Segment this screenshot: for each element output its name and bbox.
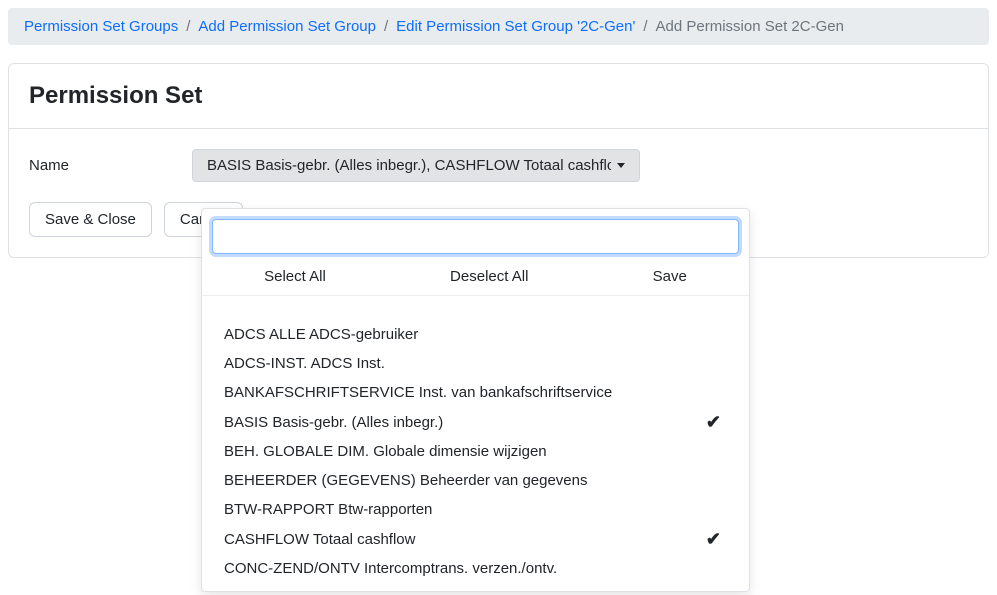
panel-header: Permission Set: [9, 64, 988, 129]
breadcrumb-link-1[interactable]: Add Permission Set Group: [198, 18, 376, 35]
multiselect-dropdown: Select All Deselect All Save ADCS ALLE A…: [201, 208, 750, 592]
dropdown-option-label: CASHFLOW Totaal cashflow: [224, 531, 415, 548]
deselect-all-button[interactable]: Deselect All: [450, 268, 528, 285]
breadcrumb: Permission Set Groups / Add Permission S…: [8, 8, 989, 45]
dropdown-list[interactable]: ADCS ALLE ADCS-gebruiker ADCS-INST. ADCS …: [202, 296, 749, 591]
dropdown-option[interactable]: CONC-ZEND/ONTV Intercomptrans. verzen./o…: [202, 554, 749, 583]
breadcrumb-current: Add Permission Set 2C-Gen: [656, 18, 844, 35]
dropdown-option[interactable]: ADCS-INST. ADCS Inst.: [202, 349, 749, 378]
dropdown-option[interactable]: BANKAFSCHRIFTSERVICE Inst. van bankafsch…: [202, 378, 749, 407]
dropdown-option[interactable]: ADCS ALLE ADCS-gebruiker: [202, 320, 749, 349]
page-title: Permission Set: [29, 82, 968, 110]
chevron-down-icon: [617, 163, 625, 168]
dropdown-save-button[interactable]: Save: [653, 268, 687, 285]
breadcrumb-link-0[interactable]: Permission Set Groups: [24, 18, 178, 35]
check-icon: ✔: [706, 530, 721, 548]
dropdown-option[interactable]: BASIS Basis-gebr. (Alles inbegr.) ✔: [202, 407, 749, 437]
dropdown-option-label: BANKAFSCHRIFTSERVICE Inst. van bankafsch…: [224, 384, 612, 401]
name-label: Name: [29, 157, 192, 174]
select-all-button[interactable]: Select All: [264, 268, 326, 285]
select-display-text: BASIS Basis-gebr. (Alles inbegr.), CASHF…: [207, 157, 611, 174]
dropdown-option-label: BTW-RAPPORT Btw-rapporten: [224, 501, 432, 518]
check-icon: ✔: [706, 413, 721, 431]
save-close-button[interactable]: Save & Close: [29, 202, 152, 237]
dropdown-option[interactable]: BEH. GLOBALE DIM. Globale dimensie wijzi…: [202, 437, 749, 466]
breadcrumb-separator: /: [643, 18, 647, 35]
dropdown-search-wrap: [202, 209, 749, 264]
dropdown-option-label: ADCS ALLE ADCS-gebruiker: [224, 326, 418, 343]
breadcrumb-separator: /: [186, 18, 190, 35]
dropdown-actions: Select All Deselect All Save: [202, 264, 749, 296]
dropdown-option-label: BASIS Basis-gebr. (Alles inbegr.): [224, 414, 443, 431]
breadcrumb-separator: /: [384, 18, 388, 35]
dropdown-option-label: BEH. GLOBALE DIM. Globale dimensie wijzi…: [224, 443, 547, 460]
dropdown-option[interactable]: BEHEERDER (GEGEVENS) Beheerder van gegev…: [202, 466, 749, 495]
dropdown-option-label: CONC-ZEND/ONTV Intercomptrans. verzen./o…: [224, 560, 557, 577]
dropdown-option[interactable]: CASHFLOW Totaal cashflow ✔: [202, 524, 749, 554]
name-select-toggle[interactable]: BASIS Basis-gebr. (Alles inbegr.), CASHF…: [192, 149, 640, 182]
name-row: Name BASIS Basis-gebr. (Alles inbegr.), …: [29, 149, 968, 182]
dropdown-option-label: ADCS-INST. ADCS Inst.: [224, 355, 385, 372]
breadcrumb-link-2[interactable]: Edit Permission Set Group '2C-Gen': [396, 18, 635, 35]
dropdown-search-input[interactable]: [212, 219, 739, 254]
dropdown-option-label: BEHEERDER (GEGEVENS) Beheerder van gegev…: [224, 472, 588, 489]
dropdown-option[interactable]: BTW-RAPPORT Btw-rapporten: [202, 495, 749, 524]
